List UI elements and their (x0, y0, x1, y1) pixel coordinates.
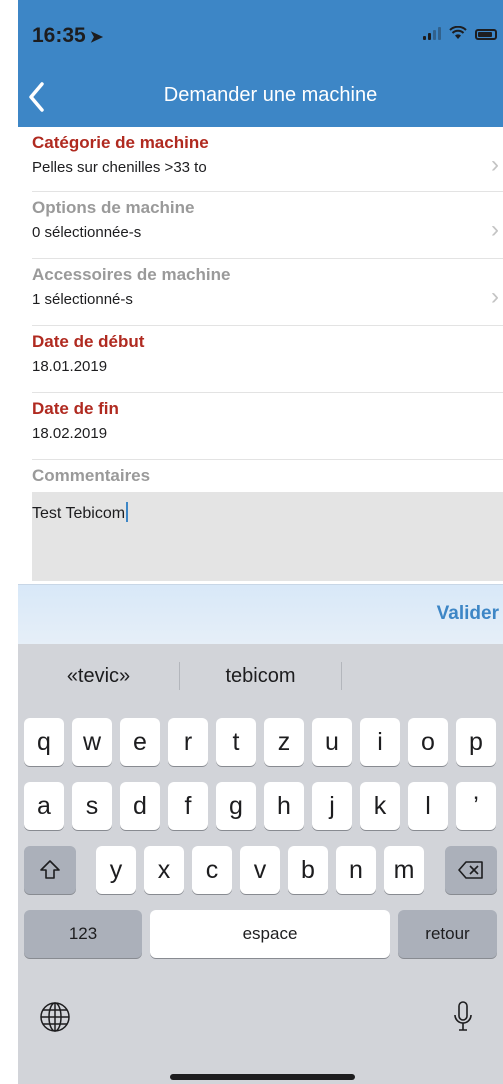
location-arrow-icon: ➤ (89, 29, 104, 46)
commentaires-text: Test Tebicom (32, 505, 126, 522)
categorie-label: Catégorie de machine (32, 133, 209, 152)
backspace-icon (458, 861, 483, 879)
status-indicators (423, 26, 497, 40)
commentaires-textarea[interactable]: Test Tebicom (32, 492, 503, 581)
key-x[interactable]: x (144, 846, 184, 894)
date-fin-row[interactable]: Date de fin 18.02.2019 (32, 393, 503, 460)
key-w[interactable]: w (72, 718, 112, 766)
key-e[interactable]: e (120, 718, 160, 766)
date-debut-value: 18.01.2019 (32, 358, 108, 375)
suggestion-2[interactable]: tebicom (180, 665, 341, 688)
suggestion-bar: «tevic» tebicom (18, 644, 503, 708)
suggestion-1[interactable]: «tevic» (18, 665, 179, 688)
commentaires-label: Commentaires (32, 466, 151, 485)
status-time: 16:35 ➤ (32, 24, 103, 48)
page-title: Demander une machine (163, 84, 378, 106)
key-m[interactable]: m (384, 846, 424, 894)
microphone-icon (454, 1001, 472, 1031)
dictation-button[interactable] (452, 1000, 482, 1040)
key-d[interactable]: d (120, 782, 160, 830)
globe-icon (40, 1002, 70, 1032)
key-a[interactable]: a (24, 782, 64, 830)
chevron-right-icon: › (491, 151, 499, 178)
key-f[interactable]: f (168, 782, 208, 830)
categorie-row[interactable]: Catégorie de machine Pelles sur chenille… (32, 127, 503, 192)
shift-key[interactable] (24, 846, 76, 894)
delete-key[interactable] (445, 846, 497, 894)
key-o[interactable]: o (408, 718, 448, 766)
options-label: Options de machine (32, 198, 195, 217)
date-fin-value: 18.02.2019 (32, 425, 108, 442)
key-q[interactable]: q (24, 718, 64, 766)
key-n[interactable]: n (336, 846, 376, 894)
options-value: 0 sélectionnée-s (32, 224, 142, 241)
globe-button[interactable] (38, 1000, 78, 1040)
date-debut-label: Date de début (32, 332, 145, 351)
key-v[interactable]: v (240, 846, 280, 894)
key-y[interactable]: y (96, 846, 136, 894)
key-i[interactable]: i (360, 718, 400, 766)
accessoires-row[interactable]: Accessoires de machine 1 sélectionné-s › (32, 259, 503, 326)
date-debut-row[interactable]: Date de début 18.01.2019 (32, 326, 503, 393)
chevron-right-icon: › (491, 283, 499, 310)
app-screen: 16:35 ➤ Demander une machine Catégorie de… (18, 0, 503, 1084)
options-row[interactable]: Options de machine 0 sélectionnée-s › (32, 192, 503, 259)
date-fin-label: Date de fin (32, 399, 119, 418)
key-j[interactable]: j (312, 782, 352, 830)
text-cursor (126, 502, 129, 522)
key-p[interactable]: p (456, 718, 496, 766)
suggestion-divider (341, 662, 342, 690)
space-key[interactable]: espace (150, 910, 390, 958)
key-b[interactable]: b (288, 846, 328, 894)
key-s[interactable]: s (72, 782, 112, 830)
key-k[interactable]: k (360, 782, 400, 830)
numbers-key[interactable]: 123 (24, 910, 142, 958)
key-l[interactable]: l (408, 782, 448, 830)
valider-button[interactable]: Valider (437, 603, 499, 625)
home-indicator (170, 1074, 355, 1080)
request-form: Catégorie de machine Pelles sur chenille… (18, 127, 503, 581)
key-c[interactable]: c (192, 846, 232, 894)
wifi-icon (449, 26, 467, 39)
key-t[interactable]: t (216, 718, 256, 766)
key-u[interactable]: u (312, 718, 352, 766)
key-r[interactable]: r (168, 718, 208, 766)
chevron-right-icon: › (491, 216, 499, 243)
key-apostrophe[interactable]: ’ (456, 782, 496, 830)
keyboard-accessory-bar: Valider (18, 584, 503, 645)
shift-icon (40, 860, 60, 879)
accessoires-label: Accessoires de machine (32, 265, 231, 284)
key-h[interactable]: h (264, 782, 304, 830)
accessoires-value: 1 sélectionné-s (32, 291, 133, 308)
keyboard: «tevic» tebicom q w e r t z u i o p a s … (18, 644, 503, 1084)
categorie-value: Pelles sur chenilles >33 to (32, 159, 207, 176)
status-time-text: 16:35 (32, 24, 86, 47)
battery-icon (475, 29, 497, 40)
return-key[interactable]: retour (398, 910, 497, 958)
key-g[interactable]: g (216, 782, 256, 830)
navigation-header: 16:35 ➤ Demander une machine (18, 0, 503, 127)
key-z[interactable]: z (264, 718, 304, 766)
cellular-signal-icon (423, 26, 441, 40)
